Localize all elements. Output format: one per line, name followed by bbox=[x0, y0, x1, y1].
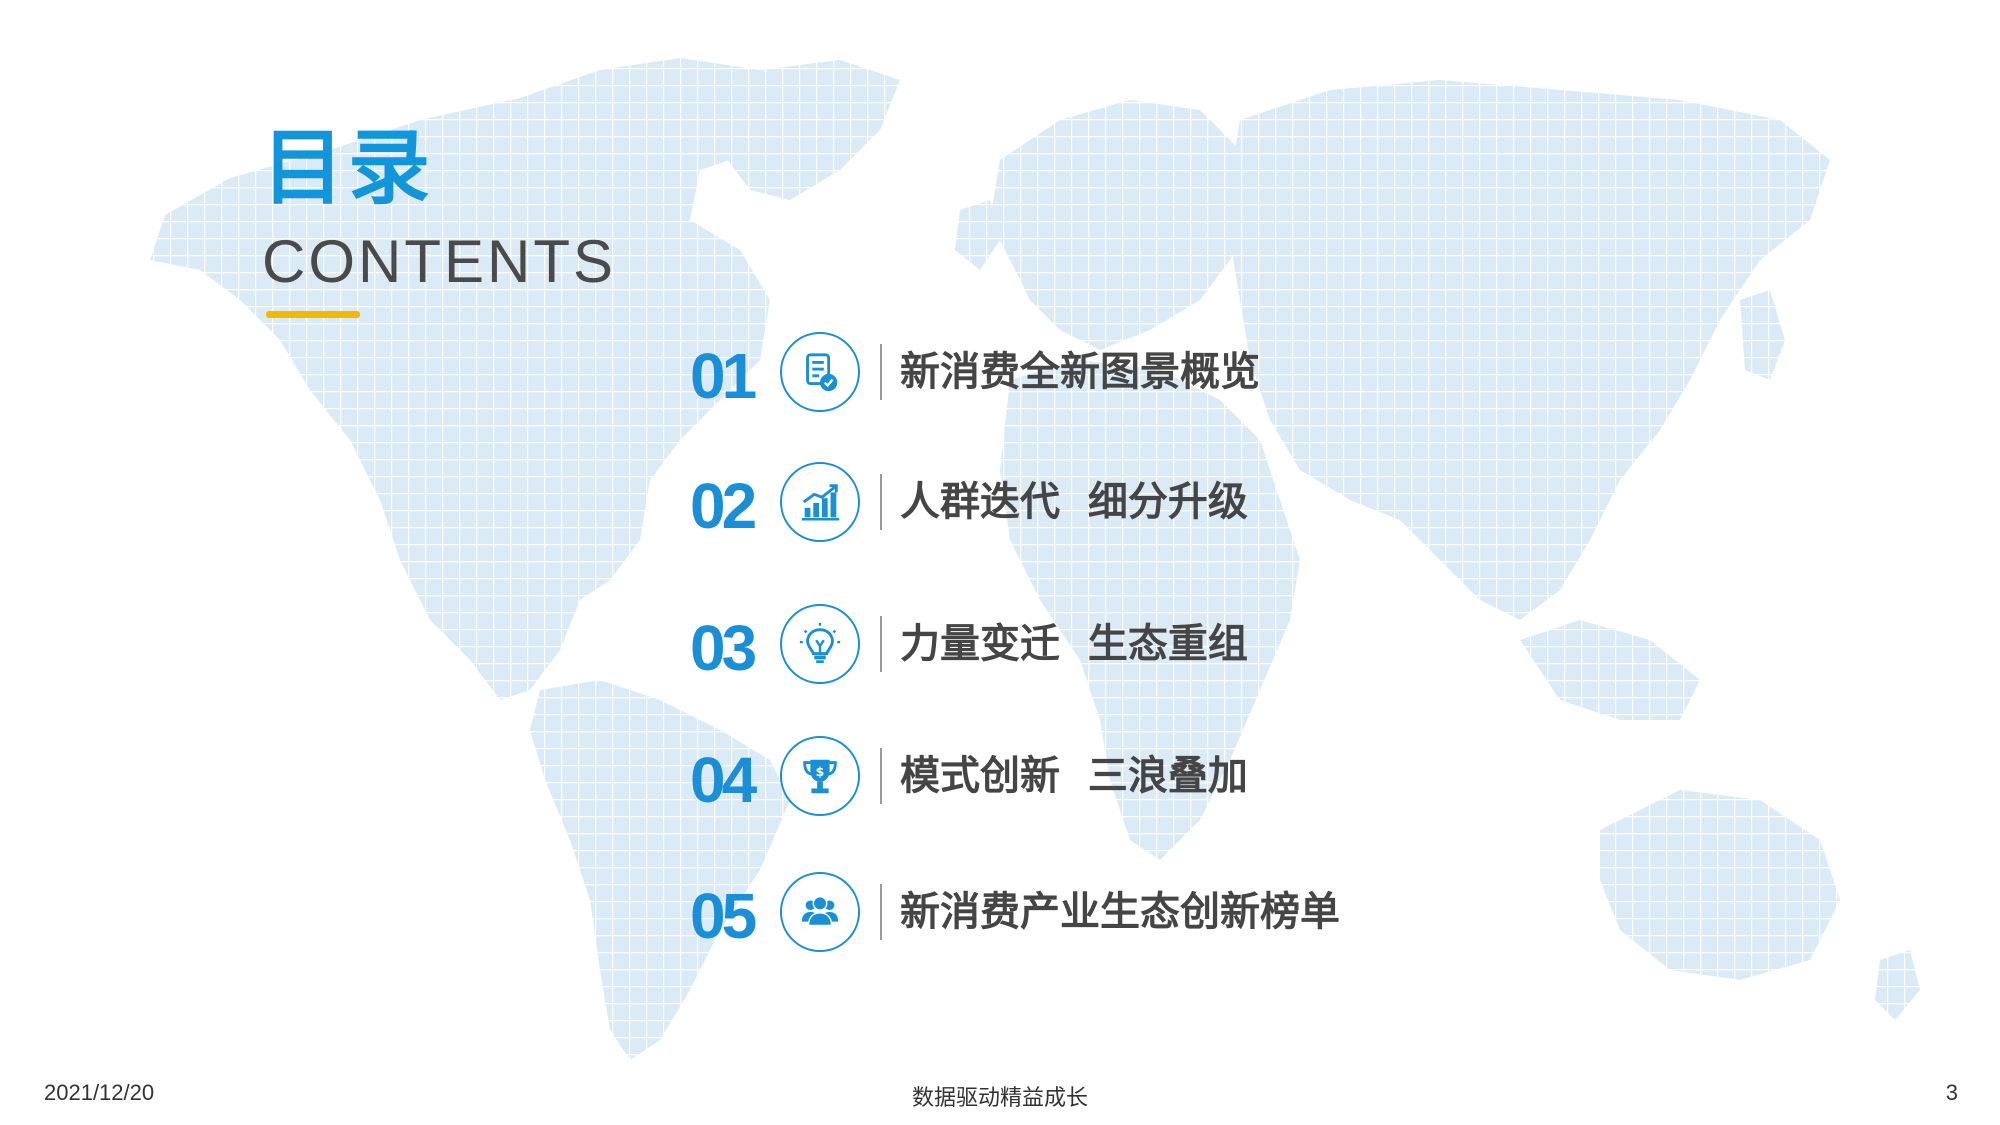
toc-item-02[interactable]: 02 人群迭代 细分升级 bbox=[690, 462, 1450, 552]
trophy-icon: $ bbox=[780, 736, 860, 816]
toc-divider bbox=[880, 474, 882, 530]
toc-number: 03 bbox=[690, 612, 757, 684]
map-southeast-asia bbox=[1520, 620, 1700, 720]
toc-label: 力量变迁 生态重组 bbox=[900, 621, 1248, 667]
user-group-icon bbox=[780, 872, 860, 952]
toc-number: 01 bbox=[690, 340, 757, 412]
toc-item-04[interactable]: 04 $ 模式创新 三浪叠加 bbox=[690, 736, 1450, 826]
toc-label: 新消费全新图景概览 bbox=[900, 349, 1260, 395]
footer-tagline: 数据驱动精益成长 bbox=[911, 1086, 1088, 1111]
svg-text:$: $ bbox=[816, 764, 825, 779]
map-new-zealand bbox=[1875, 950, 1920, 1020]
toc-label: 模式创新 三浪叠加 bbox=[900, 753, 1248, 799]
toc-divider bbox=[880, 344, 882, 400]
page-subtitle: CONTENTS bbox=[262, 228, 616, 295]
toc-number: 02 bbox=[690, 470, 757, 542]
toc-label: 人群迭代 细分升级 bbox=[900, 479, 1248, 525]
growth-chart-icon bbox=[780, 462, 860, 542]
toc-item-03[interactable]: 03 力量变迁 生态重组 bbox=[690, 604, 1450, 694]
toc-item-01[interactable]: 01 新消费全新图景概览 bbox=[690, 332, 1450, 422]
lightbulb-icon bbox=[780, 604, 860, 684]
toc-divider bbox=[880, 748, 882, 804]
map-australia bbox=[1600, 790, 1840, 980]
toc-label: 新消费产业生态创新榜单 bbox=[900, 889, 1340, 935]
title-underline bbox=[266, 311, 360, 318]
toc-item-05[interactable]: 05 新消费产业生态创新榜单 bbox=[690, 872, 1450, 962]
document-check-icon bbox=[780, 332, 860, 412]
map-europe bbox=[990, 100, 1260, 350]
toc-divider bbox=[880, 616, 882, 672]
toc-number: 04 bbox=[690, 744, 757, 816]
page-title: 目录 bbox=[262, 121, 435, 216]
map-japan bbox=[1740, 290, 1785, 380]
toc-number: 05 bbox=[690, 880, 757, 952]
page-number: 3 bbox=[1945, 1080, 1958, 1105]
toc-divider bbox=[880, 884, 882, 940]
